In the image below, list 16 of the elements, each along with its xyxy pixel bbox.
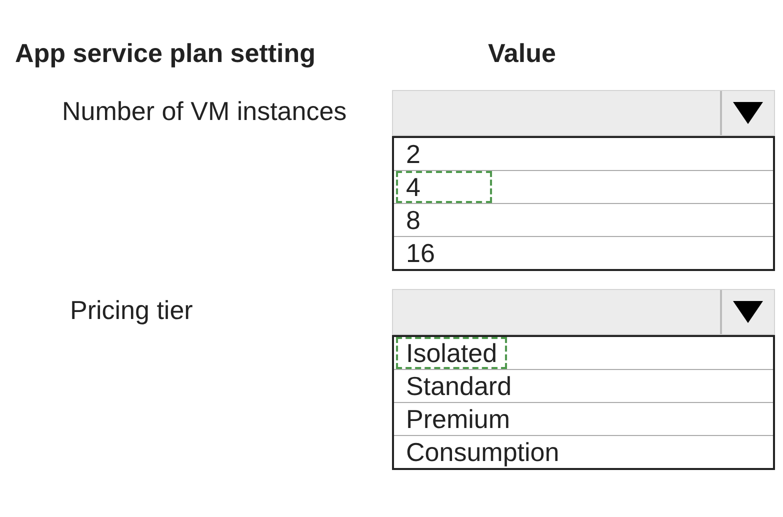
dropdown-option[interactable]: Isolated [396, 337, 508, 369]
setting-label: Number of VM instances [62, 95, 347, 128]
dropdown-arrow-icon [733, 102, 763, 124]
column-heading: Value [488, 38, 557, 70]
dropdown-option[interactable]: 16 [396, 237, 492, 269]
dropdown-option[interactable]: 4 [396, 171, 492, 203]
dropdown-option[interactable]: Premium [396, 403, 520, 435]
dropdown-option[interactable]: Standard [396, 370, 522, 402]
dropdown-option[interactable]: Consumption [396, 436, 570, 468]
setting-label: Pricing tier [70, 294, 193, 327]
dropdown[interactable] [392, 90, 775, 136]
dropdown-option[interactable]: 2 [396, 138, 492, 170]
dropdown-option[interactable]: 8 [396, 204, 492, 236]
dropdown[interactable] [392, 289, 775, 335]
dropdown-arrow-icon [733, 301, 763, 323]
column-heading: App service plan setting [14, 38, 317, 70]
